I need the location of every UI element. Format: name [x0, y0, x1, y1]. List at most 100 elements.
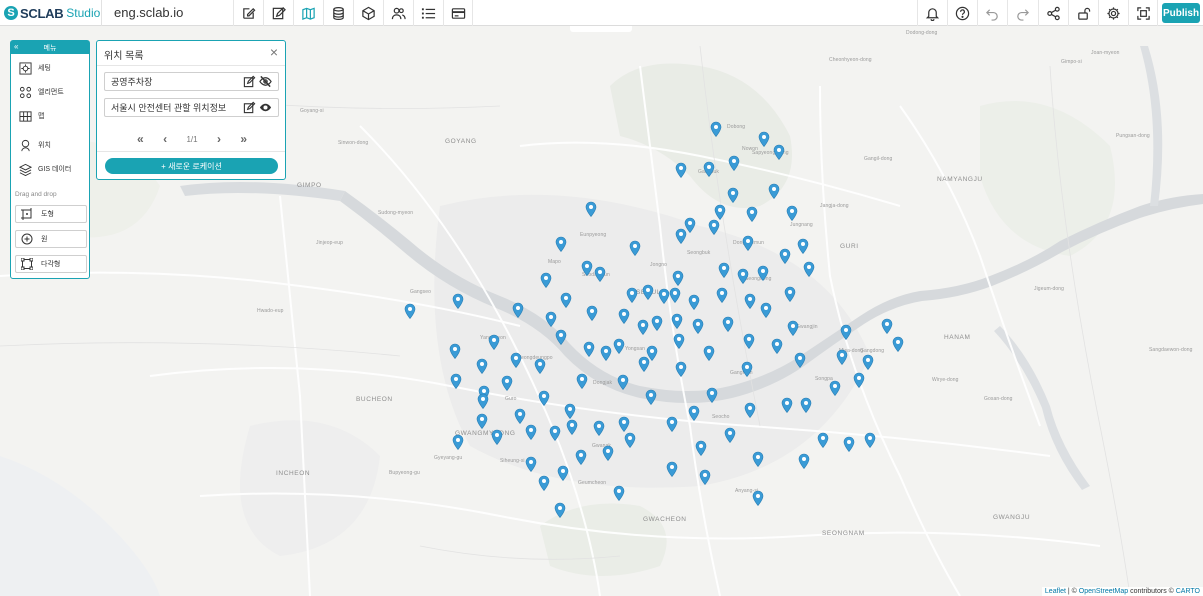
users-button[interactable] — [383, 0, 413, 26]
map-marker-icon[interactable] — [637, 319, 649, 335]
map-marker-icon[interactable] — [817, 432, 829, 448]
site-domain[interactable]: eng.sclab.io — [101, 0, 233, 26]
map-marker-icon[interactable] — [452, 434, 464, 450]
map-marker-icon[interactable] — [771, 338, 783, 354]
map-marker-icon[interactable] — [645, 389, 657, 405]
lock-button[interactable] — [1068, 0, 1098, 26]
map-marker-icon[interactable] — [566, 419, 578, 435]
map-marker-icon[interactable] — [798, 453, 810, 469]
double-chevron-left-icon[interactable]: « — [14, 42, 18, 51]
map-marker-icon[interactable] — [575, 449, 587, 465]
fullscreen-button[interactable] — [1128, 0, 1158, 26]
share-button[interactable] — [1038, 0, 1068, 26]
card-button[interactable] — [443, 0, 473, 26]
map-marker-icon[interactable] — [594, 266, 606, 282]
toolbar-collapse-tab[interactable]: ⌃ — [570, 20, 632, 32]
map-marker-icon[interactable] — [797, 238, 809, 254]
map-marker-icon[interactable] — [675, 361, 687, 377]
edit-icon[interactable] — [243, 75, 256, 88]
map-marker-icon[interactable] — [545, 311, 557, 327]
map-marker-icon[interactable] — [613, 485, 625, 501]
first-page-button[interactable]: « — [137, 132, 144, 146]
map-marker-icon[interactable] — [706, 387, 718, 403]
prev-page-button[interactable]: ‹ — [163, 132, 167, 146]
osm-link[interactable]: OpenStreetMap — [1079, 588, 1128, 595]
map-marker-icon[interactable] — [538, 390, 550, 406]
new-location-button[interactable]: + 새로운 로케이션 — [105, 158, 278, 174]
map-marker-icon[interactable] — [744, 402, 756, 418]
map-marker-icon[interactable] — [688, 294, 700, 310]
map-marker-icon[interactable] — [449, 343, 461, 359]
map-marker-icon[interactable] — [666, 461, 678, 477]
map-marker-icon[interactable] — [666, 416, 678, 432]
map-marker-icon[interactable] — [718, 262, 730, 278]
map-marker-icon[interactable] — [629, 240, 641, 256]
map-marker-icon[interactable] — [626, 287, 638, 303]
map-marker-icon[interactable] — [708, 219, 720, 235]
map-marker-icon[interactable] — [752, 451, 764, 467]
leaflet-link[interactable]: Leaflet — [1045, 588, 1066, 595]
menu-item-gis[interactable]: GIS 데이터 — [19, 161, 71, 177]
map-marker-icon[interactable] — [538, 475, 550, 491]
map-marker-icon[interactable] — [760, 302, 772, 318]
box-button[interactable] — [353, 0, 383, 26]
map-marker-icon[interactable] — [576, 373, 588, 389]
map-marker-icon[interactable] — [737, 268, 749, 284]
map-marker-icon[interactable] — [803, 261, 815, 277]
map-marker-icon[interactable] — [786, 205, 798, 221]
map-marker-icon[interactable] — [624, 432, 636, 448]
map-marker-icon[interactable] — [510, 352, 522, 368]
map-marker-icon[interactable] — [613, 338, 625, 354]
redo-button[interactable] — [1007, 0, 1037, 26]
location-row-parking[interactable]: 공영주차장 — [104, 72, 279, 91]
map-marker-icon[interactable] — [675, 228, 687, 244]
edit-button[interactable] — [263, 0, 293, 26]
map-marker-icon[interactable] — [514, 408, 526, 424]
menu-item-map[interactable]: 맵 — [19, 108, 44, 124]
next-page-button[interactable]: › — [217, 132, 221, 146]
map-marker-icon[interactable] — [840, 324, 852, 340]
map-marker-icon[interactable] — [784, 286, 796, 302]
map-marker-icon[interactable] — [642, 284, 654, 300]
map-marker-icon[interactable] — [602, 445, 614, 461]
map-marker-icon[interactable] — [742, 235, 754, 251]
map-marker-icon[interactable] — [703, 161, 715, 177]
map-marker-icon[interactable] — [593, 420, 605, 436]
map-marker-icon[interactable] — [758, 131, 770, 147]
map-marker-icon[interactable] — [586, 305, 598, 321]
edit-page-button[interactable] — [233, 0, 263, 26]
location-row-safety-center[interactable]: 서울시 안전센터 관할 위치정보 — [104, 98, 279, 117]
edit-icon[interactable] — [243, 101, 256, 114]
menu-item-location[interactable]: 위치 — [19, 137, 51, 153]
map-marker-icon[interactable] — [540, 272, 552, 288]
undo-button[interactable] — [977, 0, 1007, 26]
map-marker-icon[interactable] — [617, 374, 629, 390]
map-marker-icon[interactable] — [892, 336, 904, 352]
map-marker-icon[interactable] — [554, 502, 566, 518]
map-marker-icon[interactable] — [768, 183, 780, 199]
database-button[interactable] — [323, 0, 353, 26]
map-marker-icon[interactable] — [757, 265, 769, 281]
map-marker-icon[interactable] — [741, 361, 753, 377]
map-marker-icon[interactable] — [773, 144, 785, 160]
settings-button[interactable] — [1098, 0, 1128, 26]
map-marker-icon[interactable] — [585, 201, 597, 217]
map-marker-icon[interactable] — [695, 440, 707, 456]
map-marker-icon[interactable] — [560, 292, 572, 308]
map-marker-icon[interactable] — [452, 293, 464, 309]
map-marker-icon[interactable] — [752, 490, 764, 506]
map-marker-icon[interactable] — [716, 287, 728, 303]
carto-link[interactable]: CARTO — [1176, 588, 1200, 595]
map-marker-icon[interactable] — [675, 162, 687, 178]
map-marker-icon[interactable] — [728, 155, 740, 171]
map-marker-icon[interactable] — [549, 425, 561, 441]
dragdrop-shape[interactable]: 도형 — [15, 205, 87, 223]
map-marker-icon[interactable] — [881, 318, 893, 334]
map-marker-icon[interactable] — [583, 341, 595, 357]
map-marker-icon[interactable] — [555, 236, 567, 252]
map-marker-icon[interactable] — [501, 375, 513, 391]
dragdrop-polygon[interactable]: 다각형 — [15, 255, 87, 273]
map-marker-icon[interactable] — [512, 302, 524, 318]
map-marker-icon[interactable] — [488, 334, 500, 350]
map-marker-icon[interactable] — [787, 320, 799, 336]
